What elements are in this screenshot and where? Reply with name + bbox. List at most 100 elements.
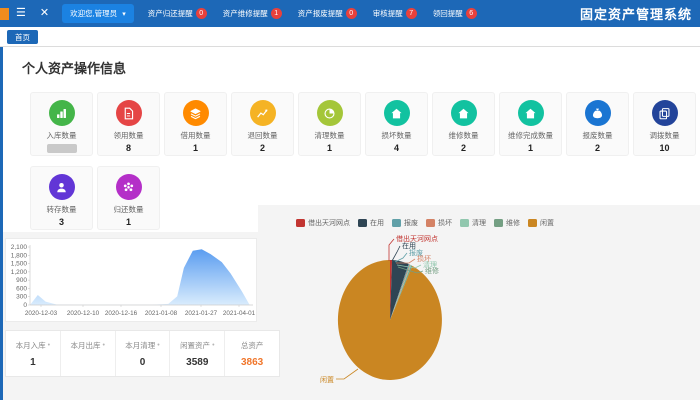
close-icon[interactable]: ✕ <box>40 0 49 27</box>
notification-tab[interactable]: 资产报废提醒0 <box>298 8 357 19</box>
pie-label-line <box>389 239 394 261</box>
y-axis-tick: 0 <box>23 302 27 309</box>
summary-stats: 本月入库•1本月出库•本月清理•0闲置资产•3589总资产3863 <box>5 330 280 377</box>
dot-icon: • <box>102 342 104 349</box>
trend-icon <box>250 100 276 126</box>
notification-tab-label: 资产归还提醒 <box>148 8 193 19</box>
collapsed-sidebar <box>0 27 3 400</box>
stat-card-label: 归还数量 <box>114 204 144 215</box>
app-window: ☰ ✕ 欢迎您,管理员 ▾ 资产归还提醒0资产维修提醒1资产报废提醒0审核提醒7… <box>0 0 700 400</box>
stat-card-label: 清理数量 <box>315 130 345 141</box>
x-axis-tick: 2021-01-08 <box>145 310 178 317</box>
dot-icon: • <box>212 342 214 349</box>
stat-card-label: 调拨数量 <box>650 130 680 141</box>
stat-card: 清理数量 1 <box>298 92 361 156</box>
y-axis-tick: 1,200 <box>11 269 28 276</box>
y-axis-tick: 2,100 <box>11 244 28 251</box>
summary-stat-label: 总资产 <box>241 340 264 351</box>
chevron-down-icon: ▾ <box>122 10 126 18</box>
app-logo <box>0 8 9 20</box>
asset-trend-area-chart: 2,1001,8001,5001,20090060030002020-12-03… <box>5 238 257 322</box>
layers-icon <box>183 100 209 126</box>
summary-stat-label: 本月清理• <box>125 340 159 351</box>
copy-icon <box>652 100 678 126</box>
moneybag-icon <box>585 100 611 126</box>
stat-card: 调拨数量 10 <box>633 92 696 156</box>
stat-card-label: 维修完成数量 <box>508 130 553 141</box>
pie-label-line <box>336 369 358 379</box>
summary-stat-value: 3863 <box>241 357 263 368</box>
x-axis-tick: 2021-01-27 <box>185 310 218 317</box>
pie-slice-label: 维修 <box>425 266 439 275</box>
stat-card: 报废数量 2 <box>566 92 629 156</box>
stat-card-value: 10 <box>659 143 669 153</box>
stat-card: 维修数量2 <box>432 92 495 156</box>
app-title: 固定资产管理系统 <box>580 4 692 23</box>
summary-stat-label-text: 本月入库 <box>16 340 46 351</box>
area-series <box>30 249 253 305</box>
notification-tabs: 资产归还提醒0 资产维修提醒1 资产报废提醒0 审核提醒7 领回提醒6 <box>140 8 485 19</box>
summary-stat: 总资产 3863 <box>224 331 279 376</box>
stat-card: 借用数量1 <box>164 92 227 156</box>
stat-card-value: 4 <box>394 143 399 153</box>
asset-status-pie-panel: 借出天河网点在用报废损坏清理维修闲置 借出天河网点在用报废损坏清理维修闲置 <box>258 205 700 400</box>
flower-icon <box>116 174 142 200</box>
page-tabbar: 首页 <box>0 27 700 47</box>
summary-stat: 本月清理• 0 <box>115 331 170 376</box>
summary-stat-value: 3589 <box>186 357 208 368</box>
stat-card: 转存数量 3 <box>30 166 93 230</box>
stat-card-label: 转存数量 <box>47 204 77 215</box>
pie-slice-label: 借出天河网点 <box>396 234 438 243</box>
tab-home[interactable]: 首页 <box>7 30 38 44</box>
user-dropdown[interactable]: 欢迎您,管理员 ▾ <box>62 4 134 23</box>
y-axis-tick: 600 <box>16 285 27 292</box>
house-icon <box>451 100 477 126</box>
summary-stat: 闲置资产• 3589 <box>169 331 224 376</box>
x-axis-tick: 2020-12-03 <box>25 310 58 317</box>
stat-card-label: 损坏数量 <box>382 130 412 141</box>
notification-tab[interactable]: 审核提醒7 <box>373 8 417 19</box>
stat-card-label: 入库数量 <box>47 130 77 141</box>
notification-tab[interactable]: 领回提醒6 <box>433 8 477 19</box>
x-axis-tick: 2021-04-01 <box>223 310 256 317</box>
top-navbar: ☰ ✕ 欢迎您,管理员 ▾ 资产归还提醒0 资产维修提醒1 资产报废提醒0 审核提醒7… <box>0 0 700 27</box>
y-axis-tick: 1,800 <box>11 252 28 259</box>
stat-card-value: 1 <box>327 143 332 153</box>
summary-stat-label: 本月出库• <box>70 340 104 351</box>
notification-badge: 1 <box>271 8 282 19</box>
redacted-value <box>47 144 77 153</box>
y-axis-tick: 1,500 <box>11 261 28 268</box>
notification-tab-label: 审核提醒 <box>373 8 403 19</box>
menu-icon[interactable]: ☰ <box>16 0 26 27</box>
stat-card-label: 报废数量 <box>583 130 613 141</box>
pie-slice[interactable] <box>338 260 442 380</box>
stat-card-value: 2 <box>595 143 600 153</box>
stat-card-value: 1 <box>528 143 533 153</box>
stat-card: 入库数量 <box>30 92 93 156</box>
notification-tab[interactable]: 资产归还提醒0 <box>148 8 207 19</box>
document-icon <box>116 100 142 126</box>
notification-tab-label: 领回提醒 <box>433 8 463 19</box>
summary-stat: 本月出库• <box>60 331 115 376</box>
section-title: 个人资产操作信息 <box>22 58 126 77</box>
notification-tab[interactable]: 资产维修提醒1 <box>223 8 282 19</box>
pie-icon <box>317 100 343 126</box>
stat-card-value: 3 <box>59 217 64 227</box>
pie-label-line <box>392 246 400 261</box>
stat-card: 维修完成数量 1 <box>499 92 562 156</box>
stat-card: 归还数量1 <box>97 166 160 230</box>
stat-card-value: 2 <box>461 143 466 153</box>
dot-icon: • <box>157 342 159 349</box>
summary-stat-value: 0 <box>140 357 146 368</box>
summary-stat-value: 1 <box>30 357 36 368</box>
summary-stat-label-text: 闲置资产 <box>180 340 210 351</box>
stat-card: 损坏数量 4 <box>365 92 428 156</box>
pie-slice-label: 闲置 <box>320 375 334 384</box>
y-axis-tick: 900 <box>16 277 27 284</box>
notification-badge: 6 <box>466 8 477 19</box>
dot-icon: • <box>48 342 50 349</box>
stat-card: 退回数量2 <box>231 92 294 156</box>
summary-stat-label-text: 本月清理 <box>125 340 155 351</box>
person-icon <box>49 174 75 200</box>
welcome-text: 欢迎您,管理员 <box>70 8 117 19</box>
